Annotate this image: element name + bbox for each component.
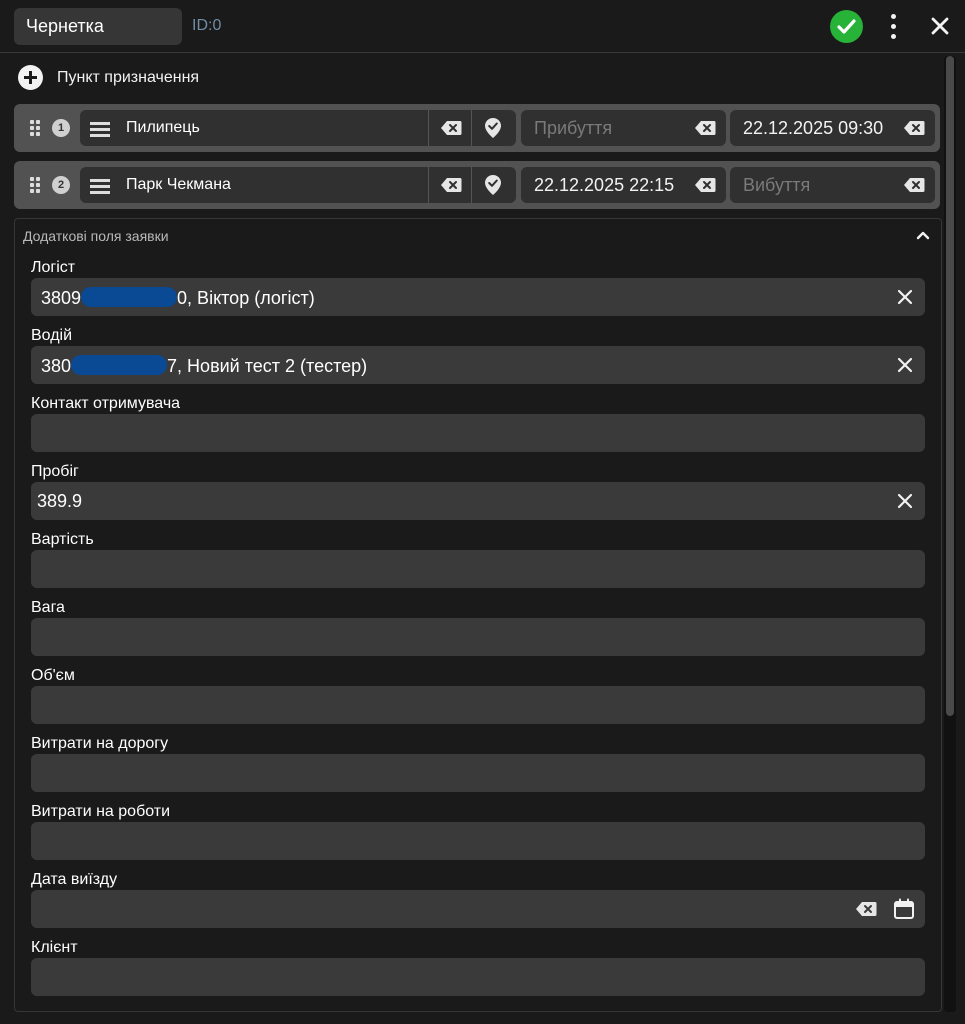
section-title: Додаткові поля заявки <box>23 228 169 244</box>
dialog-header: Чернетка ID:0 <box>0 0 965 53</box>
save-button[interactable] <box>830 10 863 43</box>
logist-label: Логіст <box>31 259 76 276</box>
backspace-icon[interactable] <box>694 177 716 193</box>
menu-icon[interactable] <box>90 179 110 194</box>
backspace-icon[interactable] <box>903 177 925 193</box>
scrollbar-thumb[interactable] <box>946 56 954 716</box>
departure-date-label: Дата виїзду <box>31 871 118 888</box>
close-icon <box>931 17 949 35</box>
check-icon <box>837 19 856 34</box>
volume-field[interactable] <box>31 686 925 724</box>
logist-field[interactable]: 3809 0, Віктор (логіст) <box>31 278 925 316</box>
backspace-icon[interactable] <box>440 120 462 136</box>
recipient-contact-label: Контакт отримувача <box>31 395 181 412</box>
drag-handle-icon[interactable] <box>30 120 42 136</box>
clear-icon[interactable] <box>897 357 913 373</box>
menu-icon[interactable] <box>90 122 110 137</box>
mileage-label: Пробіг <box>31 463 79 480</box>
route-point-index: 2 <box>52 176 70 194</box>
clear-icon[interactable] <box>897 493 913 509</box>
backspace-icon[interactable] <box>855 901 877 917</box>
status-field[interactable]: Чернетка <box>14 8 182 45</box>
place-selector[interactable]: Парк Чекмана <box>80 167 516 203</box>
work-costs-field[interactable] <box>31 822 925 860</box>
drag-handle-icon[interactable] <box>30 177 42 193</box>
backspace-icon[interactable] <box>694 120 716 136</box>
backspace-icon[interactable] <box>440 177 462 193</box>
weight-label: Вага <box>31 599 65 616</box>
client-label: Клієнт <box>31 939 78 956</box>
arrival-time-input[interactable]: 22.12.2025 22:15 <box>521 167 726 203</box>
map-pin-check-icon[interactable] <box>484 117 502 139</box>
calendar-icon[interactable] <box>893 898 915 920</box>
arrival-value: 22.12.2025 22:15 <box>534 175 675 195</box>
cost-label: Вартість <box>31 531 94 548</box>
road-costs-label: Витрати на дорогу <box>31 735 169 752</box>
departure-time-input[interactable]: Вибуття <box>730 167 935 203</box>
chevron-up-icon[interactable] <box>916 230 930 240</box>
arrival-time-input[interactable]: Прибуття <box>521 110 726 146</box>
route-point-index: 1 <box>52 119 70 137</box>
map-pin-check-icon[interactable] <box>484 174 502 196</box>
departure-date-field[interactable] <box>31 890 925 928</box>
mileage-value: 389.9 <box>37 491 83 511</box>
road-costs-field[interactable] <box>31 754 925 792</box>
arrival-placeholder: Прибуття <box>534 118 613 138</box>
place-name: Пилипець <box>126 119 200 136</box>
more-options-button[interactable] <box>884 12 904 42</box>
cost-field[interactable] <box>31 550 925 588</box>
backspace-icon[interactable] <box>903 120 925 136</box>
departure-placeholder: Вибуття <box>743 175 811 195</box>
place-selector[interactable]: Пилипець <box>80 110 516 146</box>
client-field[interactable] <box>31 958 925 996</box>
work-costs-label: Витрати на роботи <box>31 803 171 820</box>
place-name: Парк Чекмана <box>126 176 231 193</box>
driver-label: Водій <box>31 327 73 344</box>
close-button[interactable] <box>928 14 952 38</box>
redaction-mask <box>81 287 178 307</box>
recipient-contact-field[interactable] <box>31 414 925 452</box>
driver-field[interactable]: 380 7, Новий тест 2 (тестер) <box>31 346 925 384</box>
clear-icon[interactable] <box>897 289 913 305</box>
mileage-field[interactable]: 389.9 <box>31 482 925 520</box>
volume-label: Об'єм <box>31 667 75 684</box>
weight-field[interactable] <box>31 618 925 656</box>
departure-value: 22.12.2025 09:30 <box>743 118 884 138</box>
add-destination-label: Пункт призначення <box>57 69 200 86</box>
id-label: ID:0 <box>192 17 222 34</box>
scrollbar[interactable] <box>944 56 956 1012</box>
plus-circle-icon <box>18 65 43 90</box>
route-point-row: 1 Пилипець Прибуття 22.12.2025 09:30 <box>14 104 940 152</box>
redaction-mask <box>71 355 168 375</box>
departure-time-input[interactable]: 22.12.2025 09:30 <box>730 110 935 146</box>
route-point-row: 2 Парк Чекмана 22.12.2025 22:15 Вибуття <box>14 161 940 209</box>
extra-fields-section: Додаткові поля заявки Логіст 3809 0, Вікт… <box>14 218 942 1012</box>
kebab-icon <box>891 14 896 19</box>
